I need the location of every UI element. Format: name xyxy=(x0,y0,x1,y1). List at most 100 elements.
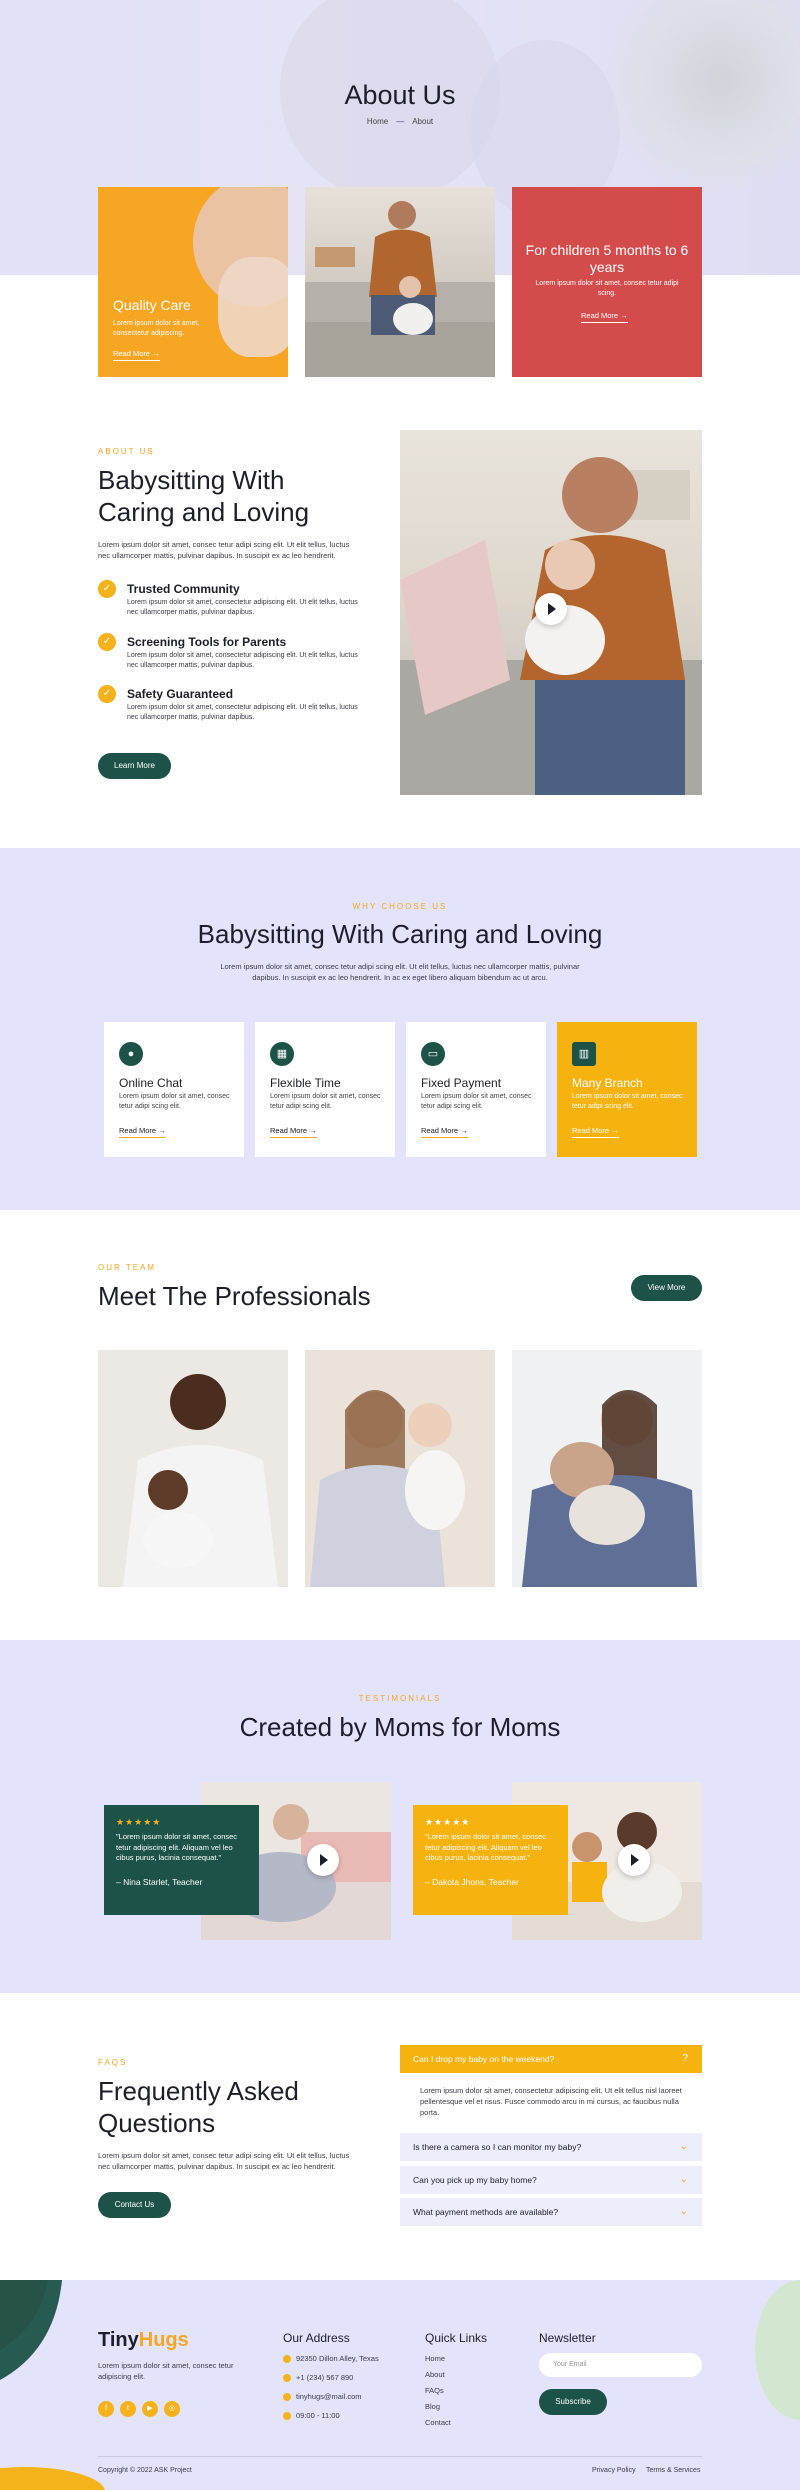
learn-more-button[interactable]: Learn More xyxy=(98,753,171,779)
faq-item[interactable]: What payment methods are available? ⌄ xyxy=(400,2198,702,2226)
play-video-button[interactable] xyxy=(307,1844,339,1876)
faq-item-open[interactable]: Can I drop my baby on the weekend? ? xyxy=(400,2045,702,2073)
check-icon: ✓ xyxy=(98,580,116,598)
arrow-right-icon: → xyxy=(309,1126,317,1135)
feature-card-title: Flexible Time xyxy=(270,1076,341,1090)
why-eyebrow: WHY CHOOSE US xyxy=(352,902,448,911)
newsletter-title: Newsletter xyxy=(539,2331,596,2345)
copyright: Copyright © 2022 ASK Project xyxy=(98,2467,192,2474)
youtube-icon[interactable]: ▶ xyxy=(142,2401,158,2417)
arrow-right-icon: → xyxy=(158,1126,166,1135)
address-line: 92350 Dillon Alley, Texas xyxy=(296,2354,379,2363)
faq-title-line2: Questions xyxy=(98,2108,216,2138)
feature-card-read-more[interactable]: Read More → xyxy=(572,1126,619,1138)
testimonial-quote: "Lorem ipsum dolor sit amet, consec tetu… xyxy=(116,1832,238,1862)
about-title-line2: Caring and Loving xyxy=(98,497,310,527)
calendar-icon: ▦ xyxy=(270,1042,294,1066)
play-video-button[interactable] xyxy=(618,1844,650,1876)
chevron-down-icon: ⌄ xyxy=(679,2141,688,2152)
team-member-photo xyxy=(98,1350,288,1587)
mail-icon xyxy=(283,2393,291,2401)
footer-link-contact[interactable]: Contact xyxy=(425,2418,451,2427)
about-eyebrow: ABOUT US xyxy=(98,447,155,456)
feature-card-read-more[interactable]: Read More → xyxy=(421,1126,468,1138)
about-intro: Lorem ipsum dolor sit amet, consec tetur… xyxy=(98,540,350,560)
service-card-text: Lorem ipsum dolor sit amet, consec tetur… xyxy=(535,280,679,297)
feature-card-flexible-time: ▦ Flexible Time Lorem ipsum dolor sit am… xyxy=(255,1022,395,1157)
location-icon xyxy=(283,2355,291,2363)
feature-card-read-more[interactable]: Read More → xyxy=(119,1126,166,1138)
testimonials-title: Created by Moms for Moms xyxy=(239,1712,561,1742)
instagram-icon[interactable]: ◎ xyxy=(164,2401,180,2417)
feature-card-read-more[interactable]: Read More → xyxy=(270,1126,317,1138)
feature-card-text: Lorem ipsum dolor sit amet, consec tetur… xyxy=(421,1093,532,1110)
service-card-title: For children 5 months to 6 years xyxy=(525,242,689,275)
rating-stars-icon: ★★★★★ xyxy=(116,1817,162,1827)
faq-intro: Lorem ipsum dolor sit amet, consec tetur… xyxy=(98,2151,350,2171)
feature-card-text: Lorem ipsum dolor sit amet, consec tetur… xyxy=(119,1093,230,1110)
subscribe-button[interactable]: Subscribe xyxy=(539,2389,607,2415)
why-intro: Lorem ipsum dolor sit amet, consec tetur… xyxy=(220,962,580,982)
feature-card-title: Online Chat xyxy=(119,1076,183,1090)
service-card-read-more[interactable]: Read More → xyxy=(113,349,160,361)
twitter-icon[interactable]: t xyxy=(120,2401,136,2417)
page: About Us Home — About Quality Care Lorem i… xyxy=(0,0,800,2490)
feature-card-fixed-payment: ▭ Fixed Payment Lorem ipsum dolor sit am… xyxy=(406,1022,546,1157)
team-eyebrow: OUR TEAM xyxy=(98,1263,157,1272)
privacy-policy-link[interactable]: Privacy Policy xyxy=(592,2467,636,2474)
footer xyxy=(0,2280,800,2490)
arrow-right-icon: → xyxy=(620,311,628,320)
clock-icon xyxy=(283,2412,291,2420)
play-video-button[interactable] xyxy=(535,593,567,625)
chat-icon: ● xyxy=(119,1042,143,1066)
facebook-icon[interactable]: f xyxy=(98,2401,114,2417)
phone-number[interactable]: +1 (234) 567 890 xyxy=(296,2373,353,2382)
footer-link-home[interactable]: Home xyxy=(425,2354,445,2363)
breadcrumb-current: About xyxy=(412,117,434,126)
feature-card-text: Lorem ipsum dolor sit amet, consec tetur… xyxy=(270,1093,381,1110)
feature-title: Screening Tools for Parents xyxy=(127,635,287,649)
feature-title: Trusted Community xyxy=(127,582,240,596)
arrow-right-icon: → xyxy=(460,1126,468,1135)
service-card-photo xyxy=(305,187,495,377)
testimonials-eyebrow: TESTIMONIALS xyxy=(358,1694,442,1703)
terms-link[interactable]: Terms & Services xyxy=(646,2467,700,2474)
testimonial-quote: "Lorem ipsum dolor sit amet, consec tetu… xyxy=(425,1832,547,1862)
faq-question: Can I drop my baby on the weekend? xyxy=(413,2054,555,2064)
view-more-button[interactable]: View More xyxy=(631,1275,702,1301)
feature-card-many-branch: ▥ Many Branch Lorem ipsum dolor sit amet… xyxy=(557,1022,697,1157)
footer-logo[interactable]: TinyHugs xyxy=(98,2329,189,2352)
faq-item[interactable]: Is there a camera so I can monitor my ba… xyxy=(400,2133,702,2161)
feature-text: Lorem ipsum dolor sit amet, consectetur … xyxy=(127,652,358,669)
wallet-icon: ▭ xyxy=(421,1042,445,1066)
footer-link-about[interactable]: About xyxy=(425,2370,445,2379)
service-card-title: Quality Care xyxy=(113,297,191,313)
footer-link-faqs[interactable]: FAQs xyxy=(425,2386,444,2395)
faq-question: Can you pick up my baby home? xyxy=(413,2175,537,2185)
breadcrumb-home[interactable]: Home xyxy=(367,117,388,126)
service-card-read-more[interactable]: Read More → xyxy=(581,311,628,323)
page-title: About Us xyxy=(344,80,456,110)
question-mark-icon: ? xyxy=(682,2053,688,2064)
phone-icon xyxy=(283,2374,291,2382)
about-photo xyxy=(400,430,702,795)
check-icon: ✓ xyxy=(98,685,116,703)
footer-decoration xyxy=(0,2280,800,2490)
quick-links-title: Quick Links xyxy=(425,2331,488,2345)
baby-hand-image xyxy=(218,257,288,357)
footer-about: Lorem ipsum dolor sit amet, consec tetur… xyxy=(98,2361,234,2381)
contact-us-button[interactable]: Contact Us xyxy=(98,2192,171,2218)
faq-item[interactable]: Can you pick up my baby home? ⌄ xyxy=(400,2166,702,2194)
chevron-down-icon: ⌄ xyxy=(679,2174,688,2185)
footer-link-blog[interactable]: Blog xyxy=(425,2402,440,2411)
newsletter-email-input[interactable]: Your Email xyxy=(539,2353,702,2377)
rating-stars-icon: ★★★★★ xyxy=(425,1817,471,1827)
testimonial-author: – Dakota Jhons, Teacher xyxy=(425,1877,519,1887)
email-address[interactable]: tinyhugs@mail.com xyxy=(296,2392,362,2401)
feature-text: Lorem ipsum dolor sit amet, consectetur … xyxy=(127,599,358,616)
faq-eyebrow: FAQS xyxy=(98,2058,128,2067)
feature-card-online-chat: ● Online Chat Lorem ipsum dolor sit amet… xyxy=(104,1022,244,1157)
service-card-age-range: For children 5 months to 6 years Lorem i… xyxy=(512,187,702,377)
feature-card-text: Lorem ipsum dolor sit amet, consec tetur… xyxy=(572,1093,683,1110)
faq-answer: Lorem ipsum dolor sit amet, consectetur … xyxy=(420,2086,682,2117)
